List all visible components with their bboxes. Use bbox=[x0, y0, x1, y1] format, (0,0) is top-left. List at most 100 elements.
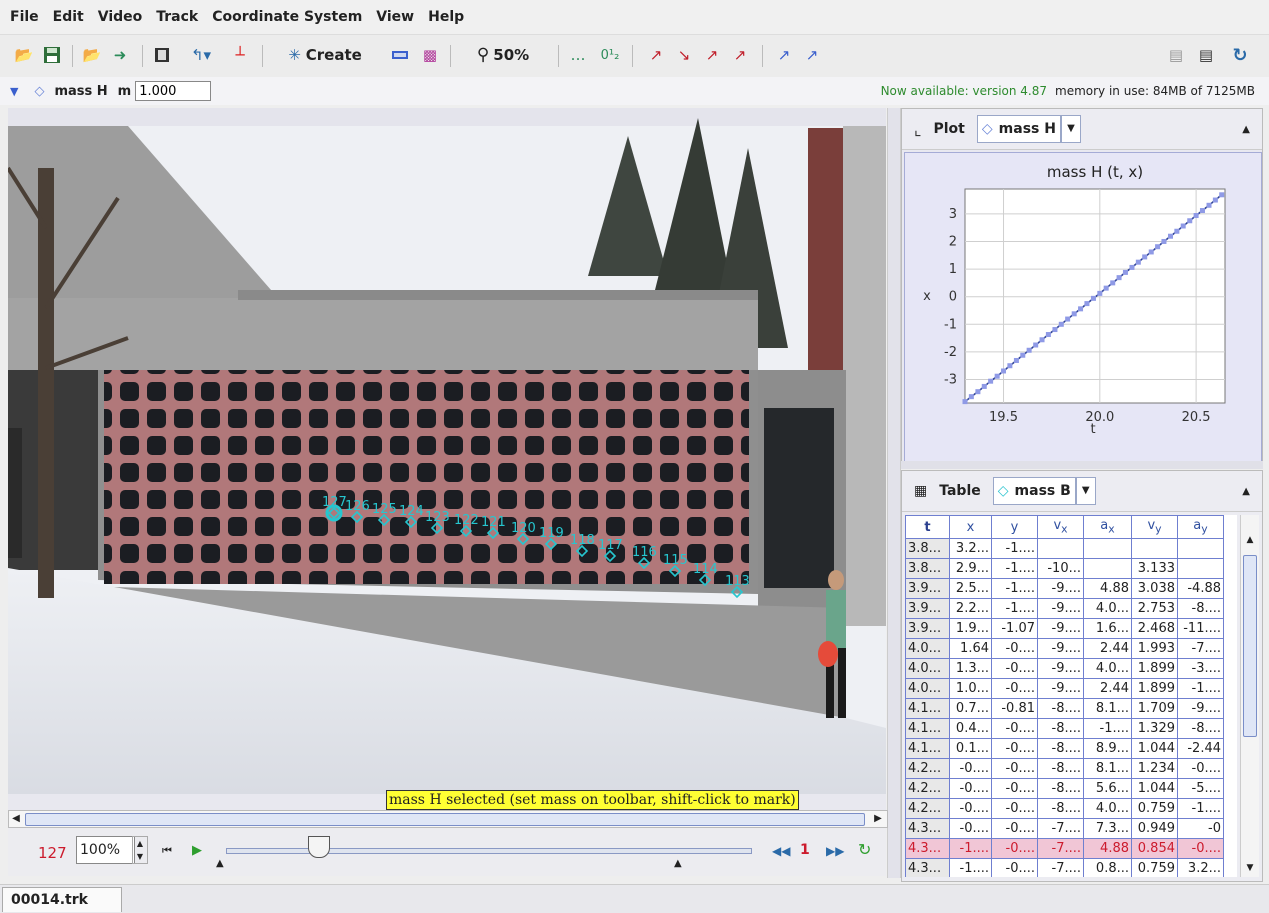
table-cell[interactable]: -0.... bbox=[991, 758, 1038, 779]
properties-icon[interactable]: ▤ bbox=[1194, 43, 1218, 67]
open-folder-icon[interactable]: 📂 bbox=[12, 43, 36, 67]
table-cell[interactable]: 1.899 bbox=[1131, 658, 1178, 679]
scroll-left-icon[interactable]: ◀ bbox=[9, 811, 23, 827]
table-row[interactable]: 4.2... -0.... -0.... -8.... 4.0... 0.759 -1...… bbox=[905, 798, 1224, 819]
table-cell[interactable]: 3.133 bbox=[1131, 558, 1178, 579]
data-point[interactable] bbox=[1167, 233, 1173, 239]
table-cell[interactable]: 3.9... bbox=[905, 598, 950, 619]
path-icon[interactable]: ↗ bbox=[644, 43, 668, 67]
table-row[interactable]: 4.1... 0.1... -0.... -8.... 8.9... 1.044 -2.44 bbox=[905, 738, 1224, 759]
table-cell[interactable]: 4.0... bbox=[905, 638, 950, 659]
table-cell[interactable]: -0.... bbox=[991, 818, 1038, 839]
plot-track-dropdown-icon[interactable]: ▼ bbox=[1060, 115, 1081, 143]
menu-coordinate-system[interactable]: Coordinate System bbox=[212, 9, 362, 25]
data-point[interactable] bbox=[962, 399, 968, 405]
frame-number[interactable]: 127 bbox=[38, 844, 67, 862]
table-cell[interactable]: -8.... bbox=[1177, 598, 1224, 619]
data-point[interactable] bbox=[1206, 202, 1212, 208]
table-cell[interactable]: 0.759 bbox=[1131, 798, 1178, 819]
scroll-thumb[interactable] bbox=[25, 813, 865, 826]
data-point[interactable] bbox=[968, 394, 974, 400]
rate-field[interactable]: 100% bbox=[76, 836, 135, 864]
table-cell[interactable] bbox=[1037, 538, 1084, 559]
table-cell[interactable]: -9.... bbox=[1037, 598, 1084, 619]
table-cell[interactable]: 1.3... bbox=[949, 658, 992, 679]
zoom-button[interactable]: ⚲ 50% bbox=[456, 43, 550, 67]
table-cell[interactable]: -8.... bbox=[1037, 798, 1084, 819]
table-cell[interactable]: 4.2... bbox=[905, 798, 950, 819]
table-cell[interactable]: -0.... bbox=[1177, 758, 1224, 779]
acceleration-vector-icon[interactable]: ↗ bbox=[728, 43, 752, 67]
column-header[interactable]: vx bbox=[1037, 515, 1084, 539]
data-point[interactable] bbox=[1148, 249, 1154, 255]
velocity-vector-icon[interactable]: ↗ bbox=[700, 43, 724, 67]
table-cell[interactable]: 1.044 bbox=[1131, 738, 1178, 759]
table-cell[interactable] bbox=[1131, 538, 1178, 559]
table-cell[interactable]: 1.993 bbox=[1131, 638, 1178, 659]
table-cell[interactable]: -1.... bbox=[1177, 798, 1224, 819]
table-track-dropdown-icon[interactable]: ▼ bbox=[1075, 477, 1096, 505]
table-cell[interactable]: -0.... bbox=[1177, 838, 1224, 859]
table-cell[interactable]: 2.44 bbox=[1083, 678, 1132, 699]
data-point[interactable] bbox=[1039, 337, 1045, 343]
menu-help[interactable]: Help bbox=[428, 9, 464, 25]
rate-spinner[interactable]: ▲ ▼ bbox=[132, 836, 148, 864]
table-cell[interactable]: -9.... bbox=[1037, 578, 1084, 599]
table-cell[interactable]: 3.2... bbox=[1177, 858, 1224, 877]
table-cell[interactable]: 1.709 bbox=[1131, 698, 1178, 719]
data-point[interactable] bbox=[1090, 295, 1096, 301]
column-header[interactable]: y bbox=[991, 515, 1038, 539]
save-icon[interactable] bbox=[40, 43, 64, 67]
track-color-icon[interactable]: ▩ bbox=[418, 43, 442, 67]
table-cell[interactable]: -7.... bbox=[1037, 858, 1084, 877]
table-cell[interactable]: 2.468 bbox=[1131, 618, 1178, 639]
table-cell[interactable]: -8.... bbox=[1037, 698, 1084, 719]
step-size[interactable]: 1 bbox=[800, 842, 810, 858]
data-point[interactable] bbox=[1187, 218, 1193, 224]
data-point[interactable] bbox=[1193, 213, 1199, 219]
data-point[interactable] bbox=[1180, 223, 1186, 229]
table-row[interactable]: 3.9... 2.2... -1.... -9.... 4.0... 2.753 -8...… bbox=[905, 598, 1224, 619]
table-cell[interactable]: -9.... bbox=[1037, 658, 1084, 679]
table-cell[interactable]: -1.... bbox=[991, 558, 1038, 579]
table-cell[interactable]: -9.... bbox=[1177, 698, 1224, 719]
table-cell[interactable]: -1.... bbox=[991, 598, 1038, 619]
table-cell[interactable] bbox=[1083, 538, 1132, 559]
table-cell[interactable]: -7.... bbox=[1037, 818, 1084, 839]
collapse-plot-icon[interactable]: ▲ bbox=[1242, 124, 1250, 135]
table-cell[interactable]: 0.949 bbox=[1131, 818, 1178, 839]
position-vector-icon[interactable]: ↘ bbox=[672, 43, 696, 67]
mass-field[interactable] bbox=[135, 81, 212, 101]
table-cell[interactable]: -0.... bbox=[991, 838, 1038, 859]
table-cell[interactable]: -0.... bbox=[991, 658, 1038, 679]
table-cell[interactable]: 3.2... bbox=[949, 538, 992, 559]
table-cell[interactable]: -1.... bbox=[991, 538, 1038, 559]
data-point[interactable] bbox=[1155, 244, 1161, 250]
table-cell[interactable]: -0.... bbox=[949, 758, 992, 779]
data-point[interactable] bbox=[1219, 192, 1225, 198]
table-cell[interactable]: 2.44 bbox=[1083, 638, 1132, 659]
plot-chart[interactable]: mass H (t, x)19.5 20.0 20.53210-1-2-3tx bbox=[904, 152, 1262, 462]
start-marker-icon[interactable]: ▲ bbox=[216, 858, 224, 869]
data-point[interactable] bbox=[1122, 269, 1128, 275]
slider-thumb[interactable] bbox=[308, 836, 330, 858]
end-marker-icon[interactable]: ▲ bbox=[674, 858, 682, 869]
table-cell[interactable]: 4.0... bbox=[1083, 598, 1132, 619]
import-icon[interactable]: ➜ bbox=[108, 43, 132, 67]
column-header[interactable]: ay bbox=[1177, 515, 1224, 539]
menu-track[interactable]: Track bbox=[156, 9, 198, 25]
data-point[interactable] bbox=[1174, 228, 1180, 234]
table-cell[interactable]: 4.2... bbox=[905, 758, 950, 779]
track-control-icon[interactable] bbox=[388, 43, 412, 67]
table-cell[interactable]: -0.... bbox=[991, 678, 1038, 699]
table-cell[interactable]: -0.81 bbox=[991, 698, 1038, 719]
table-cell[interactable]: -7.... bbox=[1037, 838, 1084, 859]
loop-icon[interactable]: ↻ bbox=[858, 840, 871, 859]
table-cell[interactable]: 4.3... bbox=[905, 838, 950, 859]
table-row[interactable]: 3.9... 2.5... -1.... -9.... 4.88 3.038 -4.88 bbox=[905, 578, 1224, 599]
table-cell[interactable]: 1.329 bbox=[1131, 718, 1178, 739]
table-cell[interactable]: 3.038 bbox=[1131, 578, 1178, 599]
table-cell[interactable]: -0.... bbox=[949, 798, 992, 819]
column-header[interactable]: vy bbox=[1131, 515, 1178, 539]
table-cell[interactable]: 2.5... bbox=[949, 578, 992, 599]
